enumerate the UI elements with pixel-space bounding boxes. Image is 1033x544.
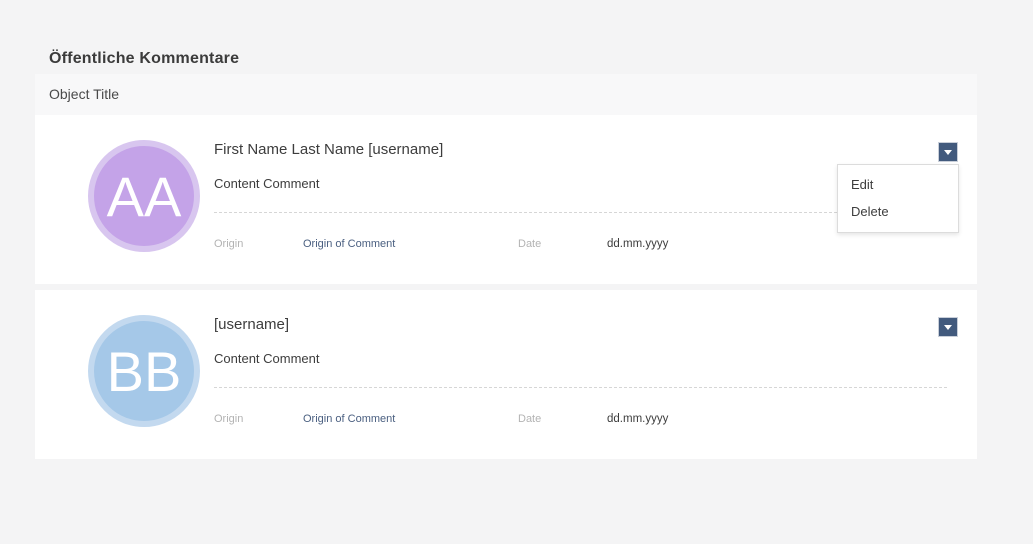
comments-panel: Object Title AA First Name Last Name [us… [35,74,977,459]
comment-author: First Name Last Name [username] [214,141,443,158]
origin-of-comment-link[interactable]: Origin of Comment [303,413,395,425]
comment-card: AA First Name Last Name [username] Conte… [35,115,977,284]
menu-item-delete[interactable]: Delete [838,198,958,225]
comment-actions-button[interactable] [938,317,958,337]
date-value: dd.mm.yyyy [607,238,668,250]
avatar: BB [88,315,200,427]
page-title: Öffentliche Kommentare [49,50,239,68]
comment-card: BB [username] Content Comment Origin Ori… [35,290,977,459]
divider [214,387,947,388]
avatar-initials: AA [107,164,182,229]
avatar-initials: BB [107,339,182,404]
origin-of-comment-link[interactable]: Origin of Comment [303,238,395,250]
caret-down-icon [944,325,952,330]
object-title-label: Object Title [49,86,119,102]
comment-actions-button[interactable] [938,142,958,162]
comment-content: Content Comment [214,351,320,366]
comment-actions-menu: Edit Delete [837,164,959,233]
origin-label: Origin [214,413,243,425]
date-value: dd.mm.yyyy [607,413,668,425]
caret-down-icon [944,150,952,155]
avatar: AA [88,140,200,252]
date-label: Date [518,413,541,425]
comment-author: [username] [214,316,289,333]
date-label: Date [518,238,541,250]
object-title-header: Object Title [35,74,977,115]
comment-content: Content Comment [214,176,320,191]
menu-item-edit[interactable]: Edit [838,171,958,198]
origin-label: Origin [214,238,243,250]
